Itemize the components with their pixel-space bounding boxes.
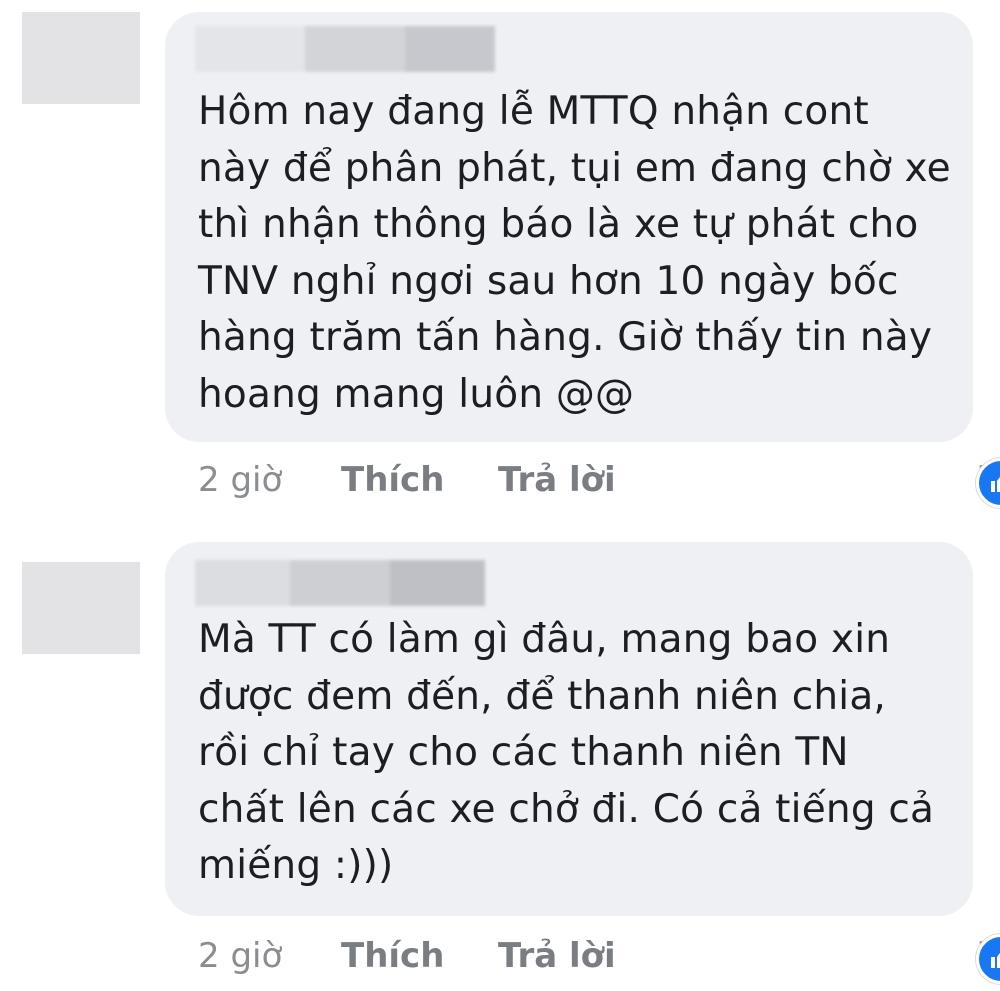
comment-text-line: thì nhận thông báo là xe tự phát cho <box>198 202 919 247</box>
comment-text-line: hoang mang luôn @@ <box>198 371 635 417</box>
reply-button[interactable]: Trả lời <box>498 460 616 500</box>
comment-text-line: TNV nghỉ ngơi sau hơn 10 ngày bốc <box>198 258 899 304</box>
avatar[interactable] <box>22 562 140 654</box>
comment-text: Hôm nay đang lễ MTTQ nhận cont này để ph… <box>198 84 951 423</box>
comment-item: Hôm nay đang lễ MTTQ nhận cont này để ph… <box>0 0 1000 510</box>
comment-timestamp[interactable]: 2 giờ <box>198 460 282 500</box>
comment-text-line: rồi chỉ tay cho các thanh niên TN <box>198 730 849 775</box>
comment-item: Mà TT có làm gì đâu, mang bao xin được đ… <box>0 540 1000 991</box>
comment-text-line: Mà TT có làm gì đâu, mang bao xin <box>198 617 891 662</box>
comment-text: Mà TT có làm gì đâu, mang bao xin được đ… <box>198 612 943 895</box>
avatar[interactable] <box>22 12 140 104</box>
commenter-name-blurred[interactable] <box>195 26 495 72</box>
like-button[interactable]: Thích <box>341 460 444 500</box>
comment-bubble: Mà TT có làm gì đâu, mang bao xin được đ… <box>165 542 973 916</box>
comment-actions: 2 giờ Thích Trả lời 1 <box>198 458 1000 510</box>
comment-bubble: Hôm nay đang lễ MTTQ nhận cont này để ph… <box>165 12 973 442</box>
commenter-name-blurred[interactable] <box>195 560 485 606</box>
comment-text-line: miếng :))) <box>198 843 394 888</box>
comment-text-line: này để phân phát, tụi em đang chờ xe <box>198 145 951 191</box>
comment-text-line: Hôm nay đang lễ MTTQ nhận cont <box>198 89 869 134</box>
comment-text-line: được đem đến, để thanh niên chia, <box>198 673 887 719</box>
like-button[interactable]: Thích <box>341 936 444 976</box>
reply-button[interactable]: Trả lời <box>498 936 616 976</box>
comment-text-line: chất lên các xe chở đi. Có cả tiếng cả <box>198 786 935 832</box>
comment-timestamp[interactable]: 2 giờ <box>198 936 282 976</box>
comment-text-line: hàng trăm tấn hàng. Giờ thấy tin này <box>198 315 933 360</box>
comment-actions: 2 giờ Thích Trả lời 1 <box>198 934 1000 986</box>
